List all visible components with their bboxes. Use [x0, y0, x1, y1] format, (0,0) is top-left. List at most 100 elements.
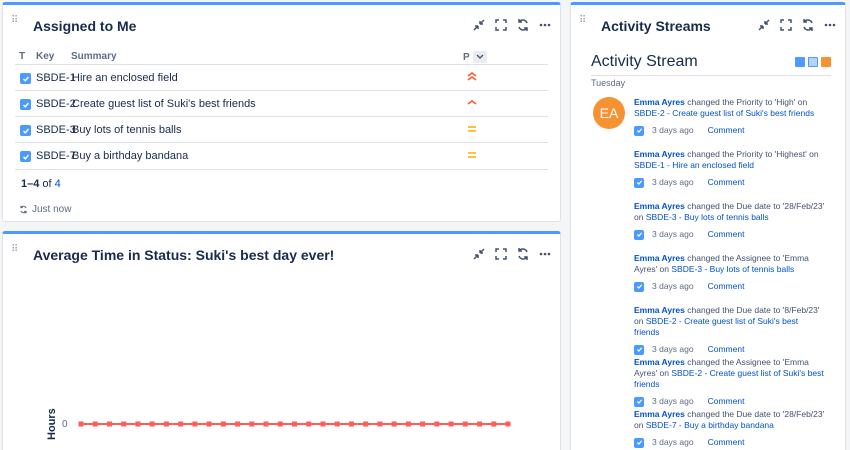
refresh-icon[interactable] — [514, 16, 532, 34]
activity-user-link[interactable]: Emma Ayres — [634, 201, 685, 211]
data-point[interactable] — [462, 421, 468, 427]
data-point[interactable] — [206, 421, 212, 427]
data-point[interactable] — [106, 421, 112, 427]
data-point[interactable] — [249, 421, 255, 427]
activity-issue-link[interactable]: SBDE-2 - Create guest list of Suki's bes… — [634, 108, 814, 118]
issue-key[interactable]: SBDE-3 — [36, 124, 76, 136]
activity-issue-link[interactable]: SBDE-1 - Hire an enclosed field — [634, 160, 754, 170]
more-icon[interactable] — [536, 16, 554, 34]
drag-handle-icon[interactable]: ⠿ — [579, 16, 587, 30]
activity-user-link[interactable]: Emma Ayres — [634, 409, 685, 419]
avg-time-line-chart — [78, 421, 511, 427]
activity-user-link[interactable]: Emma Ayres — [634, 97, 685, 107]
activity-issue-link[interactable]: SBDE-7 - Buy a birthday bandana — [646, 420, 774, 430]
data-point[interactable] — [135, 421, 141, 427]
minimize-icon[interactable] — [470, 16, 488, 34]
activity-action: changed the Priority to 'Highest' on — [687, 149, 819, 159]
data-point[interactable] — [92, 421, 98, 427]
issue-key[interactable]: SBDE-1 — [36, 72, 76, 84]
column-key[interactable]: Key — [36, 51, 54, 62]
issue-summary[interactable]: Hire an enclosed field — [72, 72, 178, 84]
data-point[interactable] — [391, 421, 397, 427]
data-point[interactable] — [192, 421, 198, 427]
data-point[interactable] — [405, 421, 411, 427]
data-point[interactable] — [491, 421, 497, 427]
data-point[interactable] — [235, 421, 241, 427]
issue-summary[interactable]: Create guest list of Suki's best friends — [72, 98, 256, 110]
maximize-icon[interactable] — [492, 16, 510, 34]
issue-summary[interactable]: Buy a birthday bandana — [72, 150, 188, 162]
activity-meta: 3 days ago Comment — [634, 281, 826, 292]
task-type-icon — [634, 437, 644, 448]
activity-stream-title: Activity Stream — [591, 53, 698, 70]
data-point[interactable] — [420, 421, 426, 427]
data-point[interactable] — [149, 421, 155, 427]
drag-handle-icon[interactable]: ⠿ — [11, 16, 19, 30]
refresh-icon[interactable] — [799, 16, 817, 34]
more-icon[interactable] — [821, 16, 839, 34]
comment-link[interactable]: Comment — [708, 229, 745, 240]
chevron-down-icon[interactable] — [472, 51, 487, 63]
task-type-icon — [20, 73, 31, 84]
comment-link[interactable]: Comment — [708, 396, 745, 407]
column-priority[interactable]: P — [463, 51, 487, 63]
issue-summary[interactable]: Buy lots of tennis balls — [72, 124, 181, 136]
data-point[interactable] — [263, 421, 269, 427]
comment-link[interactable]: Comment — [708, 125, 745, 136]
table-row[interactable]: SBDE-1 Hire an enclosed field — [3, 65, 560, 91]
data-point[interactable] — [363, 421, 369, 427]
maximize-icon[interactable] — [777, 16, 795, 34]
rss-feed-icon[interactable] — [821, 57, 831, 67]
activity-entry: Emma Ayres changed the Assignee to 'Emma… — [634, 357, 826, 407]
data-point[interactable] — [348, 421, 354, 427]
column-summary[interactable]: Summary — [71, 51, 117, 62]
data-point[interactable] — [220, 421, 226, 427]
refresh-icon[interactable] — [514, 245, 532, 263]
list-view-icon[interactable] — [808, 57, 818, 67]
data-point[interactable] — [334, 421, 340, 427]
data-point[interactable] — [292, 421, 297, 427]
activity-user-link[interactable]: Emma Ayres — [634, 253, 685, 263]
pager-total-link[interactable]: 4 — [55, 178, 61, 190]
data-point[interactable] — [121, 421, 127, 427]
data-point[interactable] — [505, 421, 511, 427]
activity-user-link[interactable]: Emma Ayres — [634, 149, 685, 159]
data-point[interactable] — [477, 421, 483, 427]
minimize-icon[interactable] — [470, 245, 488, 263]
issue-key[interactable]: SBDE-7 — [36, 150, 76, 162]
comment-link[interactable]: Comment — [708, 177, 745, 188]
data-point[interactable] — [277, 421, 283, 427]
activity-time: 3 days ago — [652, 437, 694, 447]
data-point[interactable] — [377, 421, 383, 427]
avatar[interactable]: EA — [593, 97, 625, 129]
drag-handle-icon[interactable]: ⠿ — [11, 245, 19, 259]
data-point[interactable] — [448, 421, 454, 427]
grid-view-icon[interactable] — [795, 57, 805, 67]
maximize-icon[interactable] — [492, 245, 510, 263]
activity-issue-link[interactable]: SBDE-3 - Buy lots of tennis balls — [671, 264, 794, 274]
comment-link[interactable]: Comment — [708, 344, 745, 355]
activity-issue-link[interactable]: SBDE-3 - Buy lots of tennis balls — [646, 212, 769, 222]
data-point[interactable] — [320, 421, 326, 427]
table-row[interactable]: SBDE-7 Buy a birthday bandana — [3, 143, 560, 169]
issue-key[interactable]: SBDE-2 — [36, 98, 76, 110]
table-row[interactable]: SBDE-3 Buy lots of tennis balls — [3, 117, 560, 143]
minimize-icon[interactable] — [755, 16, 773, 34]
data-point[interactable] — [306, 421, 312, 427]
comment-link[interactable]: Comment — [708, 437, 745, 448]
activity-text: Emma Ayres changed the Due date to '28/F… — [634, 409, 826, 431]
data-point[interactable] — [163, 421, 169, 427]
table-row[interactable]: SBDE-2 Create guest list of Suki's best f… — [3, 91, 560, 117]
more-icon[interactable] — [536, 245, 554, 263]
data-point[interactable] — [434, 421, 440, 427]
activity-entry: Emma Ayres changed the Due date to '28/F… — [634, 201, 826, 240]
gadget-title: Assigned to Me — [33, 18, 137, 34]
task-type-icon — [634, 125, 644, 136]
activity-issue-link[interactable]: SBDE-2 - Create guest list of Suki's bes… — [634, 316, 798, 337]
activity-user-link[interactable]: Emma Ayres — [634, 305, 685, 315]
comment-link[interactable]: Comment — [708, 281, 745, 292]
activity-text: Emma Ayres changed the Priority to 'High… — [634, 149, 826, 171]
activity-user-link[interactable]: Emma Ayres — [634, 357, 685, 367]
data-point[interactable] — [178, 421, 184, 427]
data-point[interactable] — [78, 421, 84, 427]
